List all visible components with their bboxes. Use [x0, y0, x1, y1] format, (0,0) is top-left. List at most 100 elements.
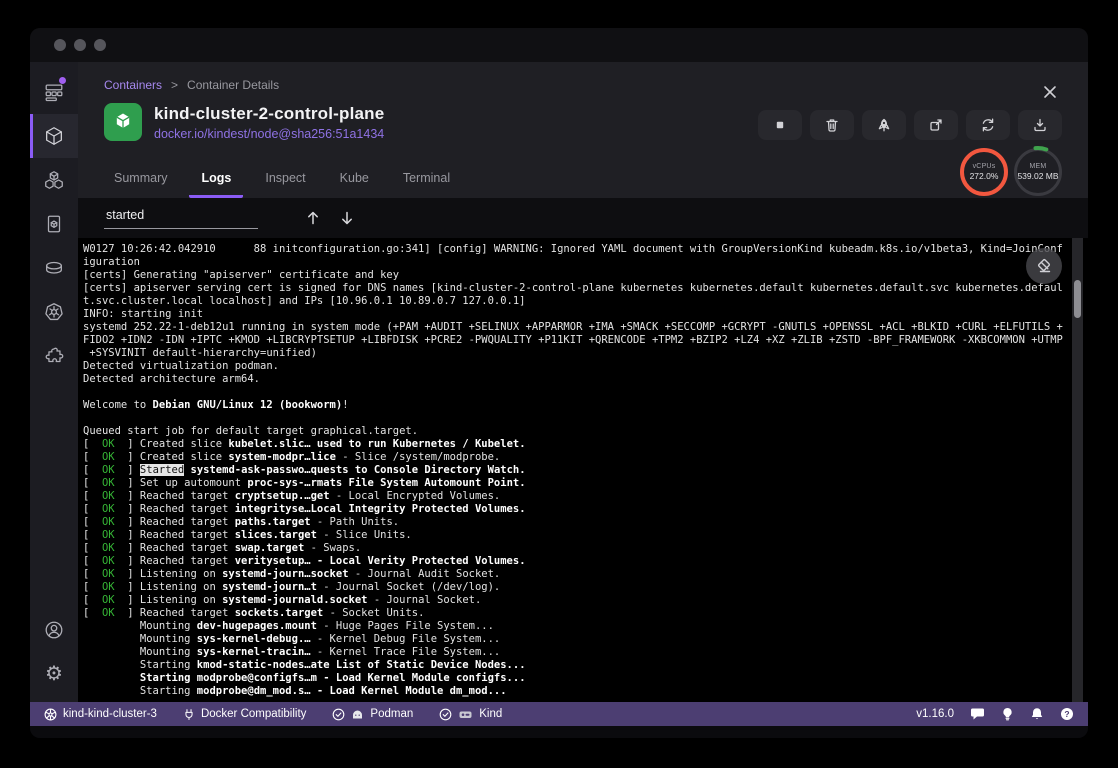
breadcrumb-current: Container Details — [187, 78, 279, 92]
close-icon — [1043, 85, 1057, 99]
restart-button[interactable] — [966, 110, 1010, 140]
sidebar-item-volumes[interactable] — [30, 246, 78, 290]
tab-logs[interactable]: Logs — [189, 162, 243, 198]
open-external-button[interactable] — [914, 110, 958, 140]
check-circle-icon — [439, 708, 452, 721]
stop-icon — [772, 117, 788, 133]
plug-icon — [183, 708, 195, 721]
eraser-icon — [1035, 257, 1053, 275]
cpu-gauge: vCPUs 272.0% — [960, 148, 1008, 196]
status-kind[interactable]: Kind — [439, 708, 502, 721]
volumes-icon — [43, 257, 65, 279]
feedback-button[interactable] — [970, 707, 985, 721]
tab-summary[interactable]: Summary — [102, 162, 179, 198]
tab-kube[interactable]: Kube — [328, 162, 381, 198]
window-bottom-edge — [30, 726, 1088, 738]
titlebar — [30, 28, 1088, 62]
sidebar-item-settings[interactable]: ⚙ — [30, 652, 78, 696]
container-image-name: docker.io/kindest/node@sha256:51a1434 — [154, 127, 384, 141]
app-window: ⚙ Containers > Container Details — [30, 28, 1088, 738]
tab-inspect[interactable]: Inspect — [253, 162, 317, 198]
find-next-button[interactable] — [338, 208, 356, 228]
app-version: v1.16.0 — [916, 708, 954, 720]
log-viewer: W0127 10:26:42.042910 88 initconfigurati… — [78, 238, 1088, 702]
cpu-gauge-label: vCPUs — [973, 163, 996, 170]
delete-button[interactable] — [810, 110, 854, 140]
cpu-gauge-value: 272.0% — [970, 171, 999, 181]
restart-icon — [980, 117, 996, 133]
delete-icon — [824, 117, 840, 133]
lightbulb-icon — [1001, 707, 1014, 721]
export-icon — [1032, 117, 1048, 133]
images-icon — [43, 213, 65, 235]
log-scrollbar-track[interactable] — [1072, 238, 1083, 702]
container-status-icon — [104, 103, 142, 141]
containers-icon — [43, 125, 65, 147]
help-button[interactable]: ? — [1060, 707, 1074, 721]
account-icon — [43, 619, 65, 641]
page-title: kind-cluster-2-control-plane — [154, 104, 384, 124]
resource-gauges: vCPUs 272.0% MEM 539.02 MB — [960, 148, 1062, 196]
stop-button[interactable] — [758, 110, 802, 140]
podman-icon — [351, 708, 364, 721]
notifications-button[interactable] — [1030, 707, 1044, 721]
breadcrumb-separator: > — [171, 78, 178, 92]
log-search-bar — [78, 198, 1088, 238]
traffic-light-zoom[interactable] — [94, 39, 106, 51]
status-kind-label: Kind — [479, 708, 502, 720]
chat-icon — [970, 707, 985, 721]
kubernetes-context-icon — [44, 708, 57, 721]
log-search-input[interactable] — [104, 208, 258, 229]
update-badge — [59, 77, 66, 84]
bell-icon — [1030, 707, 1044, 721]
sidebar-item-account[interactable] — [30, 608, 78, 652]
sidebar-item-pods[interactable] — [30, 158, 78, 202]
kubernetes-icon — [43, 301, 65, 323]
traffic-light-close[interactable] — [54, 39, 66, 51]
traffic-light-minimize[interactable] — [74, 39, 86, 51]
container-actions — [758, 110, 1062, 140]
sidebar-item-dashboard[interactable] — [30, 70, 78, 114]
sidebar-item-images[interactable] — [30, 202, 78, 246]
sidebar-item-containers[interactable] — [30, 114, 78, 158]
sidebar: ⚙ — [30, 62, 78, 702]
screen: ⚙ Containers > Container Details — [0, 0, 1118, 768]
arrow-down-icon — [340, 210, 354, 226]
find-previous-button[interactable] — [304, 208, 322, 228]
dashboard-icon — [43, 81, 65, 103]
svg-text:?: ? — [1064, 709, 1069, 719]
status-kube-context[interactable]: kind-kind-cluster-3 — [44, 708, 157, 721]
breadcrumb: Containers > Container Details — [104, 78, 1088, 92]
container-details-header: Containers > Container Details — [78, 62, 1088, 198]
status-docker-compatibility-label: Docker Compatibility — [201, 708, 306, 720]
kind-icon — [458, 708, 473, 721]
open-external-icon — [928, 117, 944, 133]
status-podman[interactable]: Podman — [332, 708, 413, 721]
status-podman-label: Podman — [370, 708, 413, 720]
detail-tabs: Summary Logs Inspect Kube Terminal — [102, 162, 462, 198]
settings-gear-icon: ⚙ — [45, 664, 63, 684]
deploy-button[interactable] — [862, 110, 906, 140]
log-content: W0127 10:26:42.042910 88 initconfigurati… — [83, 243, 1068, 698]
tips-button[interactable] — [1001, 707, 1014, 721]
memory-gauge-arc — [1010, 144, 1066, 200]
help-icon: ? — [1060, 707, 1074, 721]
check-circle-icon — [332, 708, 345, 721]
export-button[interactable] — [1018, 110, 1062, 140]
breadcrumb-containers-link[interactable]: Containers — [104, 78, 162, 92]
sidebar-item-extensions[interactable] — [30, 334, 78, 378]
clear-logs-button[interactable] — [1026, 248, 1062, 284]
tab-terminal[interactable]: Terminal — [391, 162, 462, 198]
status-docker-compatibility[interactable]: Docker Compatibility — [183, 708, 306, 721]
sidebar-item-kubernetes[interactable] — [30, 290, 78, 334]
container-cube-icon — [110, 109, 136, 135]
arrow-up-icon — [306, 210, 320, 226]
close-details-button[interactable] — [1040, 82, 1060, 102]
pods-icon — [43, 169, 65, 191]
rocket-deploy-icon — [876, 117, 892, 133]
memory-gauge: MEM 539.02 MB — [1014, 148, 1062, 196]
status-kube-context-label: kind-kind-cluster-3 — [63, 708, 157, 720]
extensions-icon — [43, 345, 65, 367]
statusbar: kind-kind-cluster-3 Docker Compatibility — [30, 702, 1088, 726]
log-scrollbar-thumb[interactable] — [1074, 280, 1081, 318]
